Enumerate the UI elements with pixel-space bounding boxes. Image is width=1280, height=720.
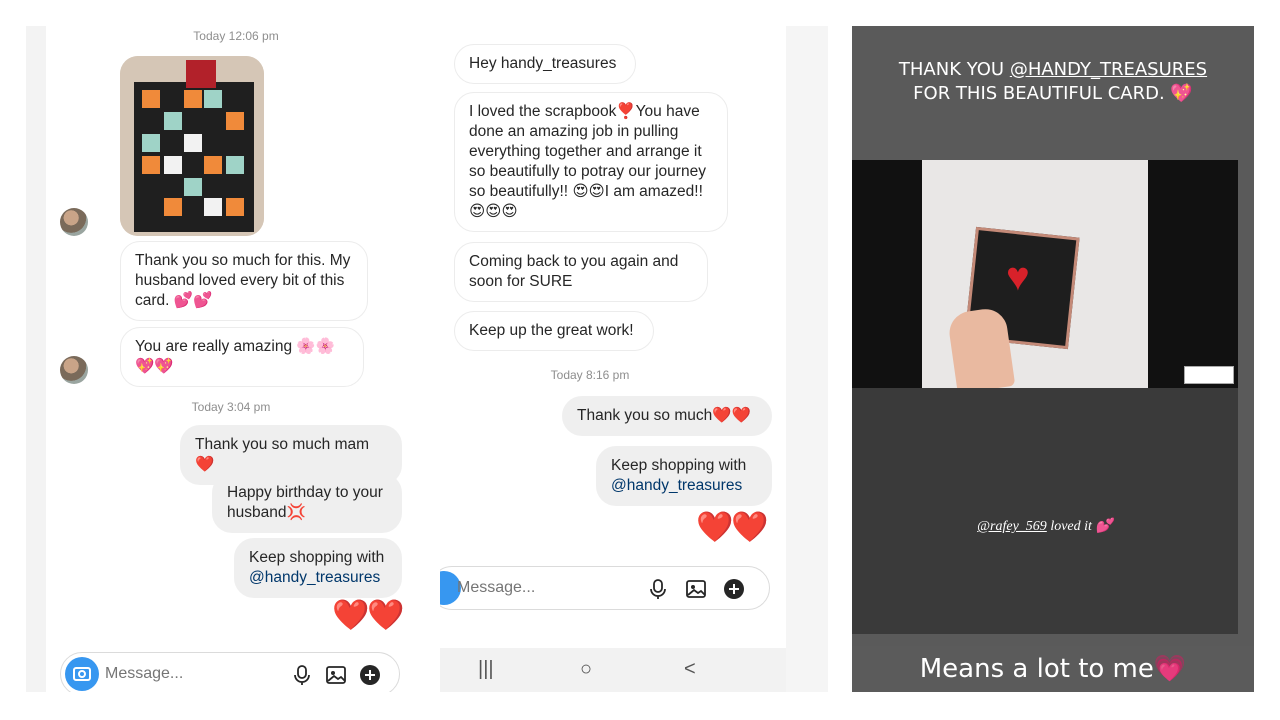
my-message-bubble: Keep shopping with @handy_treasures [234, 538, 402, 598]
heart-reactions: ❤️❤️ [696, 511, 769, 544]
card-photo-image [120, 56, 264, 236]
back-button[interactable]: < [684, 658, 696, 681]
message-bubble: Thank you so much for this. My husband l… [120, 241, 368, 321]
add-icon[interactable] [723, 578, 745, 600]
message-composer [440, 566, 770, 610]
sender-avatar[interactable] [60, 208, 88, 236]
repost-text: loved it 💕 [1046, 519, 1113, 534]
chat-screenshot-2: Hey handy_treasures I loved the scrapboo… [440, 26, 828, 692]
message-input[interactable] [457, 579, 617, 597]
chat-area: Hey handy_treasures I loved the scrapboo… [440, 26, 786, 692]
gallery-icon[interactable] [325, 664, 347, 686]
message-bubble: Hey handy_treasures [454, 44, 636, 84]
android-navigation-bar: ||| ○ < [440, 648, 786, 692]
chat-screenshot-1: Today 12:06 pm Thank you so much for thi… [26, 26, 414, 692]
story-caption: Means a lot to me💗 [919, 654, 1187, 684]
instagram-story: THANK YOU @HANDY_TREASURES FOR THIS BEAU… [852, 26, 1254, 692]
story-line1: THANK YOU [898, 59, 1010, 80]
add-icon[interactable] [359, 664, 381, 686]
sender-avatar[interactable] [60, 356, 88, 384]
chat-area: Today 12:06 pm Thank you so much for thi… [46, 26, 414, 692]
timestamp: Today 8:16 pm [550, 368, 630, 382]
story-mention[interactable]: @HANDY_TREASURES [1010, 59, 1207, 80]
message-input[interactable] [105, 665, 265, 683]
message-bubble: Coming back to you again and soon for SU… [454, 242, 708, 302]
recents-button[interactable]: ||| [478, 658, 494, 681]
my-message-bubble: Thank you so much❤️❤️ [562, 396, 772, 436]
story-background: @rafey_569 loved it 💕 [852, 388, 1238, 634]
my-message-bubble: Happy birthday to your husband💢 [212, 473, 402, 533]
my-message-bubble: Keep shopping with @handy_treasures [596, 446, 772, 506]
camera-button[interactable] [65, 657, 99, 691]
message-composer [60, 652, 400, 692]
message-bubble: I loved the scrapbook❣️You have done an … [454, 92, 728, 232]
heart-reactions: ❤️❤️ [332, 599, 405, 632]
timestamp: Today 12:06 pm [193, 29, 279, 43]
timestamp: Today 3:04 pm [191, 400, 271, 414]
microphone-icon[interactable] [647, 578, 669, 600]
gallery-icon[interactable] [685, 578, 707, 600]
message-bubble: Keep up the great work! [454, 311, 654, 351]
story-text: THANK YOU @HANDY_TREASURES FOR THIS BEAU… [852, 58, 1254, 106]
repost-credit: @rafey_569 loved it 💕 [852, 518, 1238, 535]
home-button[interactable]: ○ [580, 658, 592, 681]
repost-mention[interactable]: @rafey_569 [977, 519, 1047, 534]
camera-icon [73, 667, 91, 681]
profile-sticker[interactable] [1184, 366, 1234, 384]
message-text: Keep shopping with [249, 549, 385, 566]
shared-photo[interactable] [120, 56, 264, 236]
microphone-icon[interactable] [291, 664, 313, 686]
video-frame: ♥ [922, 160, 1148, 388]
message-bubble: You are really amazing 🌸🌸💖💖 [120, 327, 364, 387]
mention-link[interactable]: @handy_treasures [611, 476, 757, 496]
heart-icon: ♥ [1006, 255, 1030, 299]
mention-link[interactable]: @handy_treasures [249, 568, 387, 588]
story-line2: FOR THIS BEAUTIFUL CARD. 💖 [913, 83, 1193, 104]
message-text: Keep shopping with [611, 457, 747, 474]
reposted-video[interactable]: ♥ [852, 160, 1238, 388]
story-caption-bar: Means a lot to me💗 [852, 646, 1254, 692]
